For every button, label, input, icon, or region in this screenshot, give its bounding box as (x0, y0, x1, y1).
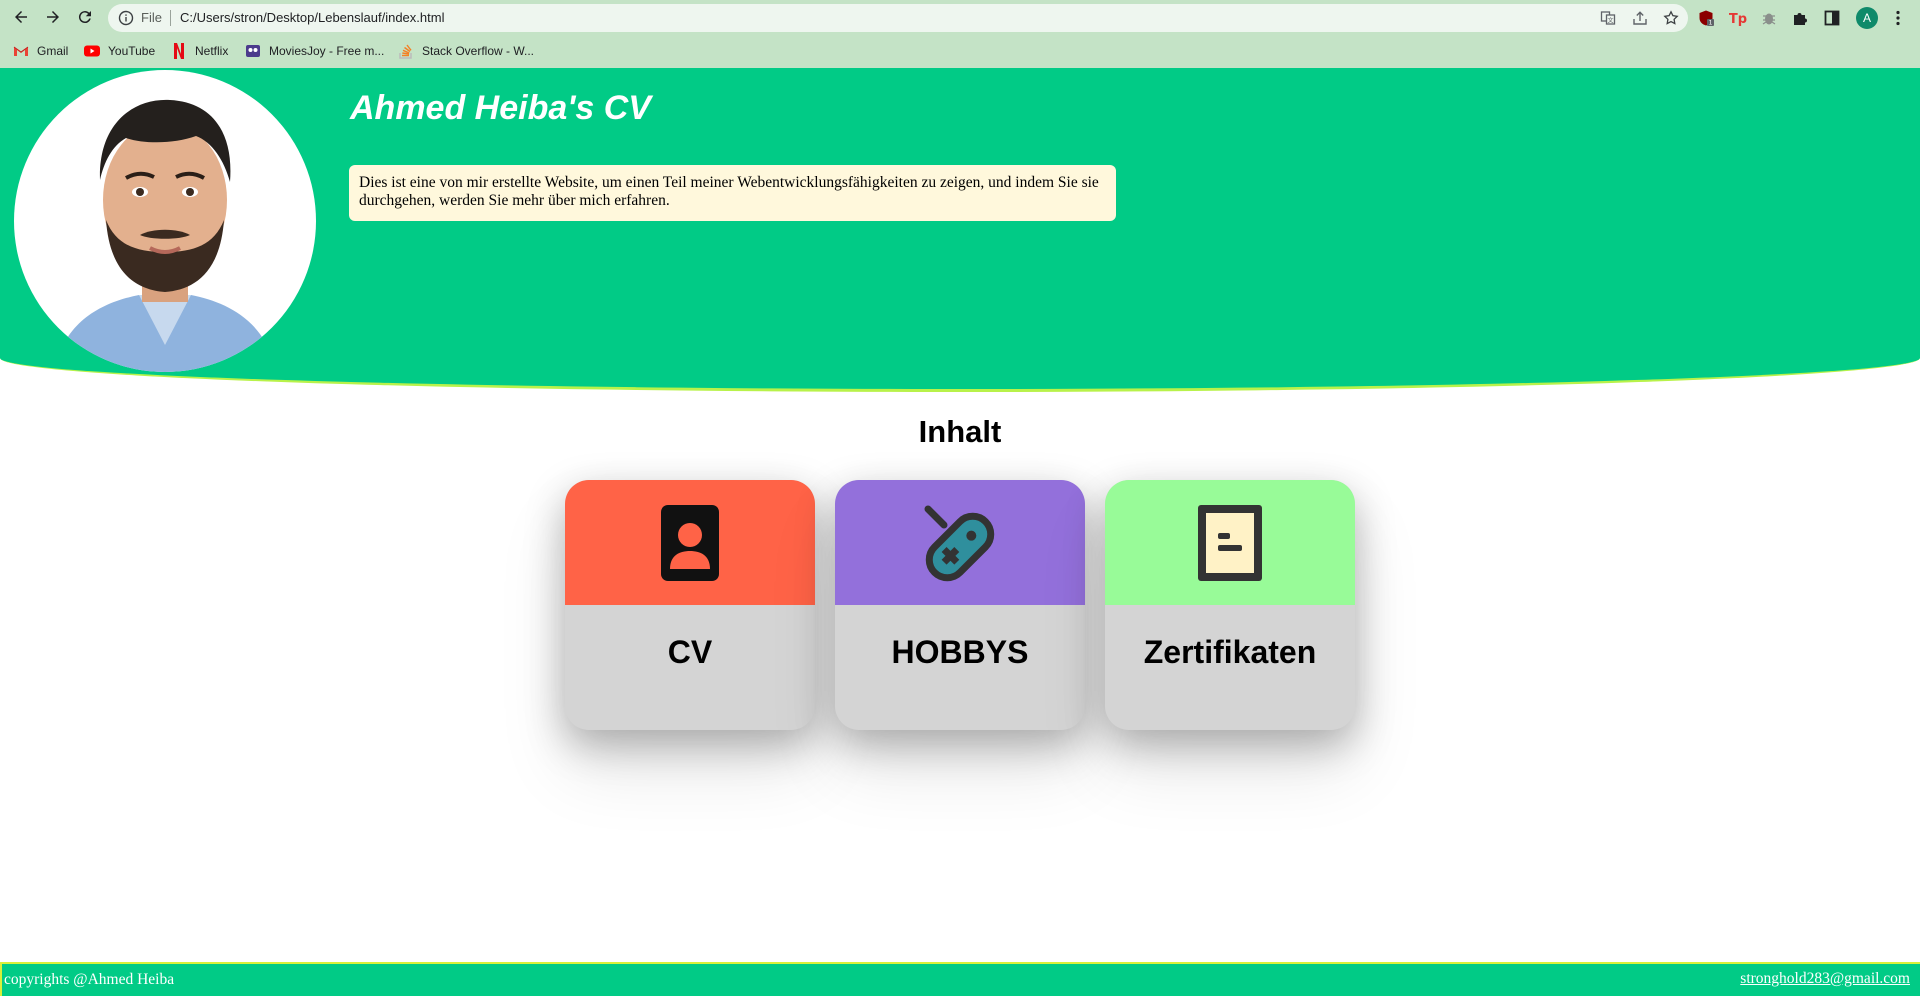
copyright-text: copyrights @Ahmed Heiba (4, 971, 175, 988)
bookmark-label: Netflix (195, 44, 229, 58)
profile-avatar[interactable]: A (1856, 7, 1878, 29)
bookmark-label: YouTube (108, 44, 156, 58)
card-zertifikaten-label: Zertifikaten (1143, 634, 1317, 670)
ublock-extension-icon[interactable]: 1 (1696, 8, 1716, 28)
browser-toolbar: File C:/Users/stron/Desktop/Lebenslauf/i… (0, 0, 1920, 36)
bookmark-star-icon[interactable] (1663, 10, 1679, 26)
document-icon (1198, 504, 1262, 581)
address-bar[interactable]: File C:/Users/stron/Desktop/Lebenslauf/i… (108, 4, 1688, 32)
bookmark-label: Stack Overflow - W... (422, 44, 535, 58)
card-hobbys-header (835, 480, 1085, 605)
bookmark-gmail[interactable]: Gmail (13, 42, 68, 60)
section-title: Inhalt (918, 414, 1002, 449)
page-title: Ahmed Heiba's CV (350, 89, 651, 127)
gamepad-icon (924, 505, 995, 581)
svg-text:文: 文 (1607, 17, 1613, 25)
side-panel-icon[interactable] (1822, 8, 1842, 28)
svg-text:1: 1 (1709, 20, 1713, 27)
moviesjoy-icon (245, 43, 261, 59)
netflix-icon (171, 43, 187, 59)
card-zertifikaten[interactable]: Zertifikaten (1105, 480, 1355, 730)
stackoverflow-icon (398, 43, 414, 59)
page-footer: copyrights @Ahmed Heiba stronghold283@gm… (0, 962, 1920, 996)
url-text[interactable]: C:/Users/stron/Desktop/Lebenslauf/index.… (180, 9, 444, 27)
arrow-right-icon (47, 11, 59, 23)
card-zertifikaten-header (1105, 480, 1355, 605)
translate-icon[interactable]: 文 (1600, 10, 1616, 26)
arrow-left-icon (15, 11, 27, 23)
card-cv-label: CV (667, 634, 713, 670)
bug-extension-icon[interactable] (1759, 8, 1779, 28)
bookmark-label: MoviesJoy - Free m... (269, 44, 385, 58)
bookmark-youtube[interactable]: YouTube (84, 42, 155, 60)
card-cv-header (565, 480, 815, 605)
omnibox-divider (170, 10, 171, 26)
intro-text: Dies ist eine von mir erstellte Website,… (349, 165, 1116, 221)
reload-button[interactable] (73, 5, 97, 29)
svg-text:Tp: Tp (1729, 12, 1747, 27)
extensions-puzzle-icon[interactable] (1790, 8, 1810, 28)
bookmark-netflix[interactable]: Netflix (171, 42, 228, 60)
tp-extension-icon[interactable]: Tp (1728, 8, 1748, 28)
card-cv[interactable]: CV (565, 480, 815, 730)
share-icon[interactable] (1632, 10, 1648, 26)
bookmark-moviesjoy[interactable]: MoviesJoy - Free m... (245, 42, 384, 60)
contact-card-icon (661, 504, 719, 581)
bookmark-label: Gmail (37, 44, 69, 58)
card-hobbys[interactable]: HOBBYS (835, 480, 1085, 730)
back-button[interactable] (9, 5, 33, 29)
info-icon[interactable] (118, 10, 134, 26)
forward-button[interactable] (41, 5, 65, 29)
browser-chrome: File C:/Users/stron/Desktop/Lebenslauf/i… (0, 0, 1920, 68)
gmail-icon (13, 43, 29, 59)
card-hobbys-label: HOBBYS (891, 634, 1029, 670)
reload-icon (78, 11, 91, 24)
scheme-label: File (141, 10, 162, 25)
more-menu-icon[interactable] (1888, 8, 1908, 28)
email-link[interactable]: stronghold283@gmail.com (1740, 970, 1910, 988)
bookmark-stackoverflow[interactable]: Stack Overflow - W... (398, 42, 534, 60)
profile-photo (14, 70, 316, 372)
bookmarks-bar: Gmail YouTube Netflix MoviesJoy - Free m… (0, 38, 1920, 64)
youtube-icon (84, 43, 100, 59)
